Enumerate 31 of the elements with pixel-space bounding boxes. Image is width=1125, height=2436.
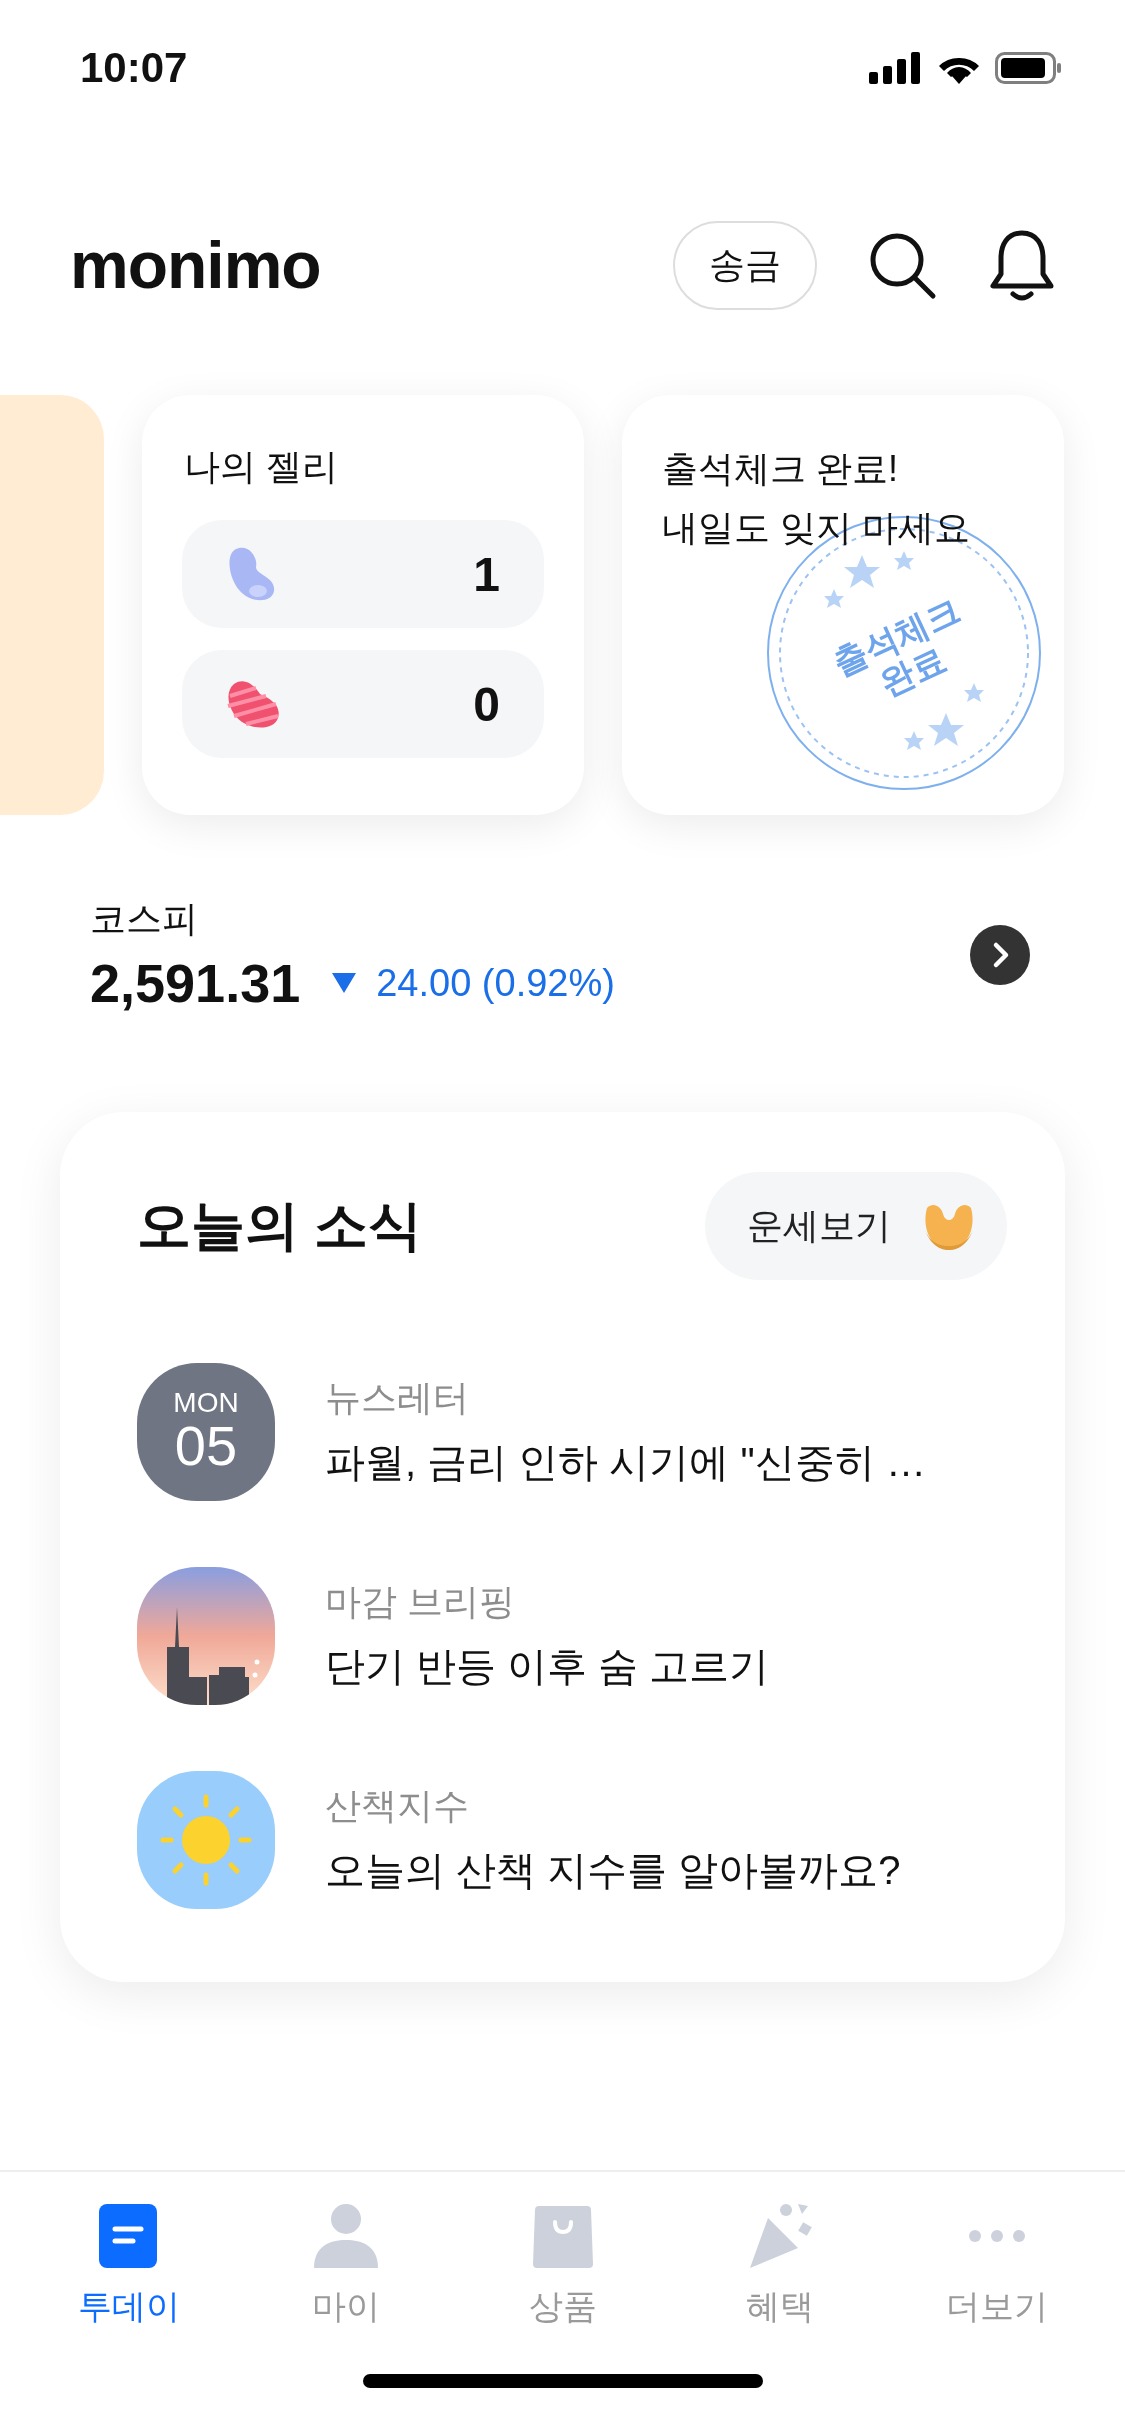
news-item[interactable]: MON 05 뉴스레터 파월, 금리 인하 시기에 "신중히 … (137, 1330, 1007, 1534)
tab-item[interactable]: 투데이 (38, 2202, 219, 2352)
jelly-count: 0 (473, 676, 500, 732)
attendance-message: 출석체크 완료! (662, 447, 899, 491)
news-headline: 오늘의 산책 지수를 알아볼까요? (325, 1847, 901, 1894)
news-category: 마감 브리핑 (325, 1580, 516, 1624)
index-name: 코스피 (90, 897, 199, 941)
chevron-right-icon[interactable] (970, 924, 1030, 985)
index-value: 2,591.31 (90, 952, 301, 1014)
section-title: 오늘의 소식 (137, 1193, 422, 1257)
news-category: 산책지수 (325, 1784, 470, 1828)
transfer-button[interactable]: 송금 (673, 220, 817, 310)
news-category: 뉴스레터 (325, 1376, 470, 1420)
app-logo: monimo (70, 227, 321, 303)
news-item[interactable]: 산책지수 오늘의 산책 지수를 알아볼까요? (137, 1738, 1007, 1942)
weekday-label: MON (173, 1388, 239, 1417)
fortune-button[interactable]: 운세보기 (705, 1172, 1007, 1280)
card-title: 나의 젤리 (184, 445, 339, 489)
jelly-count: 1 (473, 546, 500, 602)
news-item[interactable]: 마감 브리핑 단기 반등 이후 숨 고르기 (137, 1534, 1007, 1738)
attendance-message: 내일도 잊지 마세요 (662, 506, 971, 550)
day-number: 05 (174, 1416, 238, 1476)
battery-icon (995, 51, 1063, 84)
jelly-card[interactable]: 나의 젤리 1 0 (142, 395, 584, 815)
striped-jelly-bean-icon (226, 678, 282, 730)
status-time: 10:07 (80, 43, 188, 92)
person-icon (311, 2202, 380, 2270)
signal-icon (869, 51, 923, 84)
index-change: 24.00 (0.92%) (376, 961, 615, 1005)
news-headline: 단기 반등 이후 숨 고르기 (325, 1643, 770, 1690)
news-headline: 파월, 금리 인하 시기에 "신중히 … (325, 1439, 926, 1486)
